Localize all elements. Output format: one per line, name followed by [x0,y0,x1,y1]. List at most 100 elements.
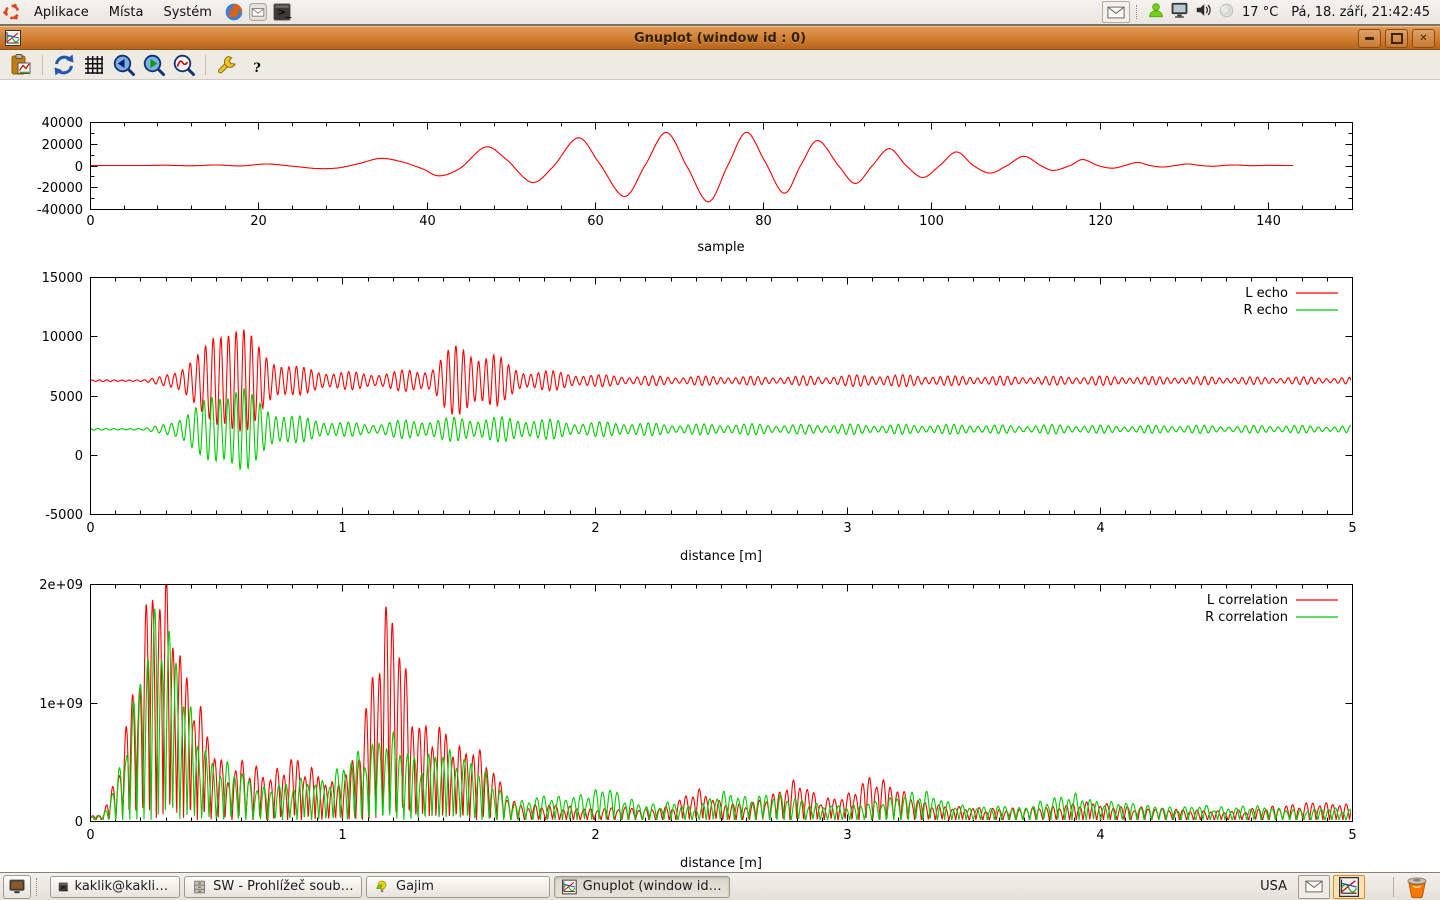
help-icon: ? [245,53,269,77]
svg-text:100: 100 [919,214,944,229]
svg-text:0: 0 [75,815,83,830]
replot-button[interactable] [51,52,77,78]
task-file-manager[interactable]: SW - Prohlížeč souborů [184,876,362,898]
top-panel: Aplikace Místa Systém [0,0,1440,26]
task-gajim[interactable]: Gajim [366,876,550,898]
svg-text:60: 60 [587,214,604,229]
waveform-chart[interactable]: 020406080100120140-40000-200000200004000… [0,111,1440,261]
svg-text:80: 80 [755,214,772,229]
display-icon[interactable] [1170,1,1189,23]
user-switcher-icon [1147,1,1165,19]
window-titlebar[interactable]: Gnuplot (window id : 0) ✕ [0,26,1440,50]
svg-text:-40000: -40000 [37,203,83,218]
task-terminal[interactable]: >_ kaklik@kaklik-kolej-u... [50,876,180,898]
svg-text:10000: 10000 [42,330,83,345]
svg-text:-20000: -20000 [37,181,83,196]
svg-text:0: 0 [86,214,94,229]
firefox-icon [224,2,244,22]
correlation-chart[interactable]: 01234501e+092e+09distance [m]L correlati… [0,574,1440,874]
menu-places[interactable]: Místa [99,0,154,24]
x-axis-label: sample [697,240,744,255]
gnuplot-icon [1339,877,1359,897]
keyboard-layout-indicator[interactable]: USA [1260,879,1287,894]
copy-to-clipboard-button[interactable] [8,52,34,78]
taskbar-tray: USA [1260,875,1440,899]
zoom-next-button[interactable] [141,52,167,78]
mail-icon [1305,880,1323,893]
echo-chart[interactable]: 012345-5000050001000015000distance [m]L … [0,266,1440,571]
svg-text:0: 0 [75,449,83,464]
grid-icon [82,53,106,77]
tray-separator [1393,877,1394,897]
gnuplot-window: Gnuplot (window id : 0) ✕ [0,26,1440,872]
svg-text:4: 4 [1096,828,1104,843]
tasklist-drag-handle[interactable] [36,878,43,896]
help-button[interactable]: ? [244,52,270,78]
svg-text:0: 0 [86,521,94,536]
svg-text:>_: >_ [277,5,292,18]
tray-mail-icon[interactable] [1102,1,1130,23]
svg-text:?: ? [253,61,261,76]
svg-text:0: 0 [86,828,94,843]
gnuplot-tray-button[interactable] [1333,875,1365,899]
svg-text:20000: 20000 [42,138,83,153]
menu-applications[interactable]: Aplikace [24,0,99,24]
maximize-button[interactable] [1385,29,1408,48]
x-axis-label: distance [m] [680,856,762,871]
menu-system[interactable]: Systém [153,0,221,24]
taskbar: >_ kaklik@kaklik-kolej-u... SW - Prohlíž… [0,872,1440,900]
clock[interactable]: Pá, 18. září, 21:42:45 [1291,5,1430,20]
weather-icon[interactable] [1218,2,1235,23]
show-desktop-button[interactable] [3,875,31,899]
svg-text:2e+09: 2e+09 [39,578,83,593]
zoom-previous-icon [112,53,136,77]
display-icon [1170,1,1189,19]
firefox-icon[interactable] [223,1,245,23]
gajim-icon [374,879,390,895]
trash-icon[interactable] [1404,875,1430,899]
series-r-echo [90,389,1352,469]
configure-button[interactable] [214,52,240,78]
task-label: kaklik@kaklik-kolej-u... [75,879,172,894]
svg-text:5: 5 [1348,828,1356,843]
minimize-button[interactable] [1358,29,1381,48]
svg-text:3: 3 [843,521,851,536]
user-switcher-icon[interactable] [1147,1,1165,23]
svg-text:1: 1 [338,828,346,843]
replot-icon [52,53,76,77]
ubuntu-logo-icon[interactable] [1,1,23,23]
tray-mail-button[interactable] [1298,875,1330,899]
svg-text:3: 3 [843,828,851,843]
x-axis-label: distance [m] [680,549,762,564]
terminal-icon: >_ [58,879,69,895]
series-l-echo [90,329,1352,431]
restore-zoom-button[interactable] [171,52,197,78]
temperature-indicator[interactable]: 17 °C [1242,5,1278,20]
svg-text:1e+09: 1e+09 [39,697,83,712]
volume-icon [1194,1,1213,19]
svg-text:40000: 40000 [42,116,83,131]
task-label: SW - Prohlížeč souborů [213,879,354,894]
zoom-previous-button[interactable] [111,52,137,78]
svg-text:2: 2 [591,828,599,843]
toggle-grid-button[interactable] [81,52,107,78]
weather-icon [1218,2,1235,19]
close-button[interactable]: ✕ [1412,29,1435,48]
copy-to-clipboard-icon [9,53,33,77]
configure-icon [215,53,239,77]
trash-icon [1405,875,1429,899]
terminal-launcher-icon[interactable]: >_ [271,1,293,23]
svg-text:-5000: -5000 [45,508,83,523]
mail-launcher-icon [248,2,268,22]
mail-launcher-icon[interactable] [247,1,269,23]
task-gnuplot[interactable]: Gnuplot (window id : 0) [554,876,730,898]
panel-menus: Aplikace Místa Systém [0,0,294,24]
toolbar-separator [205,55,206,75]
volume-icon[interactable] [1194,1,1213,23]
legend-label: R correlation [1205,610,1288,625]
svg-text:5: 5 [1348,521,1356,536]
tray-drag-handle[interactable] [1136,5,1141,19]
task-label: Gajim [396,879,434,894]
toolbar-separator [42,55,43,75]
svg-text:120: 120 [1088,214,1113,229]
